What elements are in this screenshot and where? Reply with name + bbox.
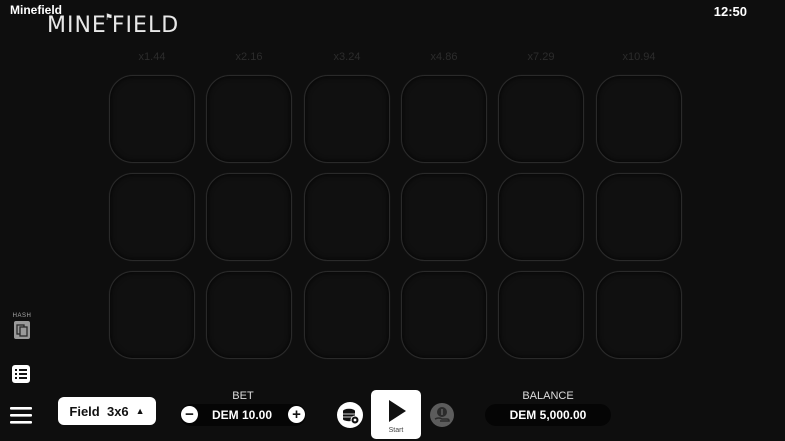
field-select-label: Field	[69, 403, 100, 419]
document-copy-icon	[14, 321, 30, 339]
bet-decrease-button[interactable]: −	[181, 406, 198, 423]
field-select-value: 3x6	[106, 403, 129, 419]
balance-value: DEM 5,000.00	[509, 408, 587, 422]
mine-tile[interactable]	[109, 75, 195, 163]
start-button[interactable]: Start	[371, 390, 421, 439]
cashout-button[interactable]	[430, 403, 454, 427]
mine-tile[interactable]	[401, 271, 487, 359]
bet-increase-button[interactable]: +	[288, 406, 305, 423]
play-icon	[389, 400, 406, 422]
mine-tile[interactable]	[401, 75, 487, 163]
multiplier-label: x10.94	[622, 51, 656, 63]
mine-tile[interactable]	[401, 173, 487, 261]
mine-tile[interactable]	[109, 271, 195, 359]
game-screen: Minefield 12:50 MINE⚑FIELD x1.44 x2.16 x…	[0, 0, 785, 441]
mine-tile[interactable]	[596, 271, 682, 359]
game-logo: MINE⚑FIELD	[47, 13, 179, 38]
hash-label: HASH	[12, 313, 32, 319]
mine-tile[interactable]	[498, 75, 584, 163]
field-size-select[interactable]: Field 3x6 ▲	[58, 397, 156, 425]
coins-gear-icon	[343, 408, 360, 425]
multiplier-label: x3.24	[333, 51, 361, 63]
bet-label: BET	[232, 390, 254, 402]
mine-tile[interactable]	[596, 75, 682, 163]
multiplier-label: x1.44	[138, 51, 166, 63]
mine-tile[interactable]	[206, 271, 292, 359]
flag-icon: ⚑	[104, 13, 114, 23]
bet-value: DEM 10.00	[211, 408, 273, 422]
balance-label: BALANCE	[522, 390, 574, 402]
multiplier-label: x7.29	[527, 51, 555, 63]
hamburger-menu-icon[interactable]	[10, 405, 32, 425]
mine-tile[interactable]	[596, 173, 682, 261]
mine-tile[interactable]	[304, 271, 390, 359]
hash-button[interactable]: HASH	[11, 313, 33, 340]
coins-settings-button[interactable]	[337, 402, 363, 428]
mine-tile[interactable]	[206, 173, 292, 261]
mine-tile[interactable]	[304, 173, 390, 261]
mine-tile[interactable]	[109, 173, 195, 261]
mine-tile[interactable]	[206, 75, 292, 163]
logo-text-left: MINE	[47, 13, 107, 38]
mine-tile[interactable]	[498, 271, 584, 359]
mine-tile[interactable]	[498, 173, 584, 261]
multiplier-label: x2.16	[235, 51, 263, 63]
multiplier-label: x4.86	[430, 51, 458, 63]
logo-text-right: FIELD	[111, 13, 180, 38]
start-label: Start	[388, 427, 404, 434]
history-list-icon[interactable]	[11, 364, 31, 384]
coin-hand-icon	[434, 407, 450, 422]
caret-up-icon: ▲	[135, 406, 145, 416]
clock: 12:50	[713, 4, 747, 19]
mine-tile[interactable]	[304, 75, 390, 163]
